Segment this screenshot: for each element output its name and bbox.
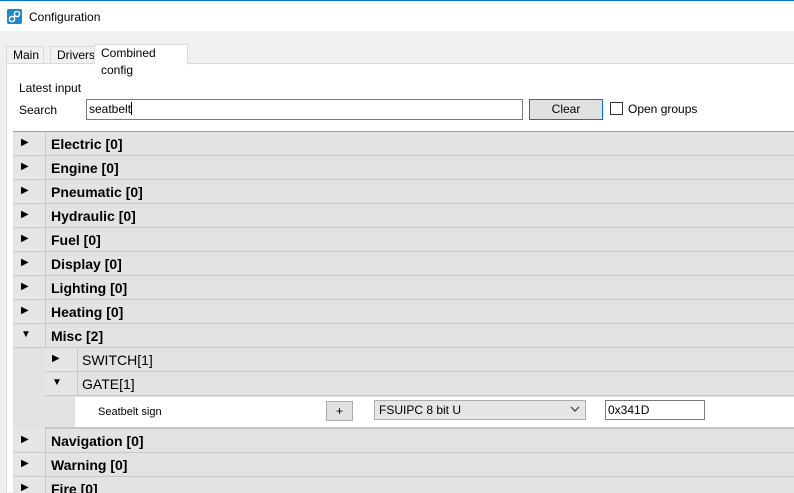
tab-combined-config[interactable]: Combined config [94,44,188,77]
group-row-display[interactable]: ▶ Display [0] [13,252,794,276]
add-button[interactable]: + [326,401,353,421]
config-item-seatbelt-sign: Seatbelt sign + FSUIPC 8 bit U 0x341D [45,397,794,429]
expand-arrow-icon[interactable]: ▶ [21,233,29,244]
tab-main[interactable]: Main [6,46,44,64]
group-row-engine[interactable]: ▶ Engine [0] [13,156,794,180]
subgroup-row-switch[interactable]: ▶ SWITCH[1] [45,348,794,372]
expand-arrow-icon[interactable]: ▶ [52,353,60,364]
expand-arrow-icon[interactable]: ▶ [21,305,29,316]
expand-arrow-icon[interactable]: ▶ [21,281,29,292]
subgroup-row-gate[interactable]: ▼ GATE[1] [45,372,794,396]
type-select[interactable]: FSUIPC 8 bit U [374,400,586,420]
group-cell [45,300,794,323]
group-cell [45,453,794,476]
search-input-value: seatbelt [89,102,132,116]
subgroup-label: SWITCH[1] [82,352,153,368]
collapse-arrow-icon[interactable]: ▼ [52,377,62,388]
subgroup-label: GATE[1] [82,376,135,392]
search-label: Search [19,103,58,117]
group-cell [45,228,794,251]
group-row-heating[interactable]: ▶ Heating [0] [13,300,794,324]
group-label: Misc [2] [51,328,104,344]
group-row-warning[interactable]: ▶ Warning [0] [13,453,794,477]
group-row-lighting[interactable]: ▶ Lighting [0] [13,276,794,300]
window-title: Configuration [29,10,101,24]
group-label: Warning [0] [51,457,128,473]
group-label: Engine [0] [51,160,119,176]
search-input[interactable]: seatbelt [86,99,523,120]
expand-arrow-icon[interactable]: ▶ [21,209,29,220]
tab-strip: Main Drivers Combined config [0,44,794,77]
app-icon [7,9,22,24]
group-cell [45,477,794,493]
tab-drivers[interactable]: Drivers [50,46,95,64]
group-label: Pneumatic [0] [51,184,143,200]
group-row-navigation[interactable]: ▶ Navigation [0] [13,429,794,453]
config-tree: ▶ Electric [0] ▶ Engine [0] ▶ Pneumatic … [13,131,794,493]
group-row-hydraulic[interactable]: ▶ Hydraulic [0] [13,204,794,228]
expand-arrow-icon[interactable]: ▶ [21,434,29,445]
expand-arrow-icon[interactable]: ▶ [21,482,29,493]
subgroup-cell [77,372,794,395]
expand-arrow-icon[interactable]: ▶ [21,161,29,172]
expand-arrow-icon[interactable]: ▶ [21,137,29,148]
open-groups-checkbox[interactable] [610,102,623,115]
latest-input-label: Latest input [19,81,82,95]
group-row-electric[interactable]: ▶ Electric [0] [13,132,794,156]
group-label: Display [0] [51,256,122,272]
chevron-down-icon [569,402,581,419]
expand-arrow-icon[interactable]: ▶ [21,458,29,469]
group-cell [45,429,794,452]
text-caret [131,102,133,115]
title-bar: Configuration [0,0,794,31]
expand-arrow-icon[interactable]: ▶ [21,257,29,268]
group-row-fuel[interactable]: ▶ Fuel [0] [13,228,794,252]
group-cell [45,324,794,347]
group-label: Fire [0] [51,481,98,493]
group-cell [45,132,794,155]
group-label: Fuel [0] [51,232,101,248]
group-label: Hydraulic [0] [51,208,136,224]
group-row-pneumatic[interactable]: ▶ Pneumatic [0] [13,180,794,204]
group-cell [45,252,794,275]
group-cell [45,180,794,203]
offset-input[interactable]: 0x341D [605,400,705,420]
clear-button[interactable]: Clear [529,99,603,120]
item-indent [45,397,75,427]
group-label: Electric [0] [51,136,123,152]
item-name: Seatbelt sign [98,406,162,418]
type-select-value: FSUIPC 8 bit U [379,403,462,417]
misc-indent [13,348,45,429]
collapse-arrow-icon[interactable]: ▼ [21,329,31,340]
expand-arrow-icon[interactable]: ▶ [21,185,29,196]
group-label: Heating [0] [51,304,124,320]
group-label: Navigation [0] [51,433,144,449]
group-cell [45,204,794,227]
subgroup-cell [77,348,794,371]
group-cell [45,276,794,299]
open-groups-label: Open groups [628,102,698,116]
group-row-misc[interactable]: ▼ Misc [2] [13,324,794,348]
group-label: Lighting [0] [51,280,128,296]
group-cell [45,156,794,179]
group-row-fire[interactable]: ▶ Fire [0] [13,477,794,493]
